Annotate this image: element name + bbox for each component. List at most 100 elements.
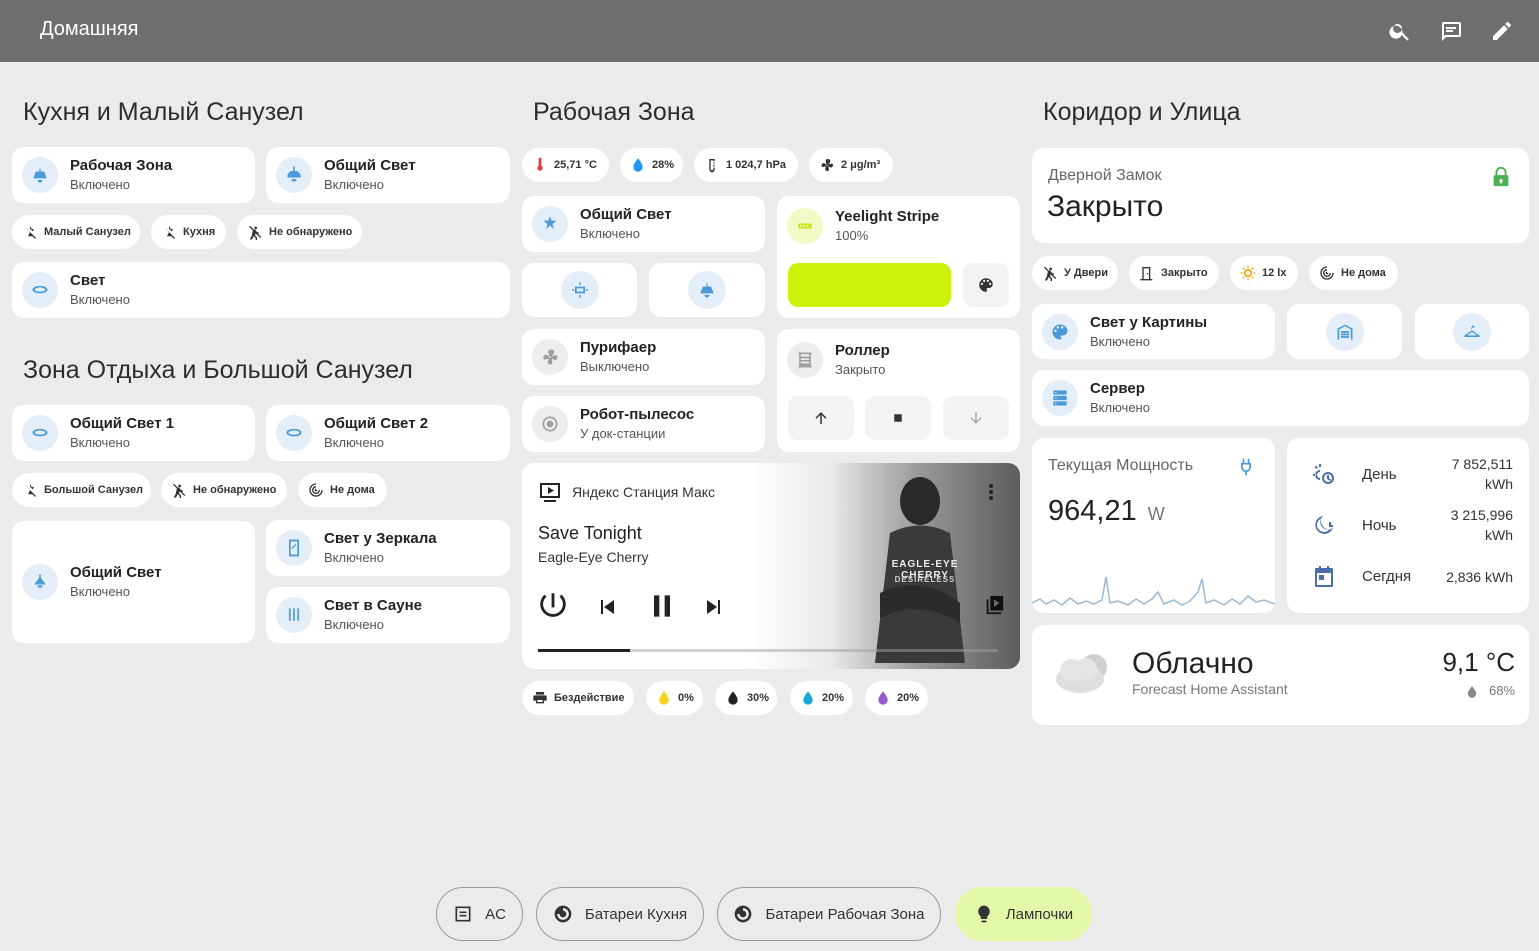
color-palette-button[interactable] xyxy=(963,263,1009,307)
ceiling-lamp-icon xyxy=(22,157,58,193)
lightbulb-icon xyxy=(978,905,990,923)
tile-state: Включено xyxy=(324,177,384,193)
current-power-card[interactable]: Текущая Мощность 964,21 W xyxy=(1032,438,1275,613)
tile-name: Сервер xyxy=(1090,380,1145,398)
tile-work-zone-light[interactable]: Рабочая Зона Включено xyxy=(12,147,255,203)
roller-stop-button[interactable] xyxy=(865,396,931,440)
chip-label: У Двери xyxy=(1064,267,1108,279)
chip-label: Закрыто xyxy=(1161,267,1208,279)
bottom-button-bulbs[interactable]: Лампочки xyxy=(955,887,1092,941)
energy-night-label: Ночь xyxy=(1362,517,1397,534)
power-button[interactable] xyxy=(536,589,570,623)
chip-big-bathroom[interactable]: Большой Санузел xyxy=(12,473,151,507)
chip-label: 30% xyxy=(747,692,770,704)
chip-printer-status[interactable]: Бездействие xyxy=(522,681,634,715)
weather-card[interactable]: Облачно Forecast Home Assistant 9,1 °C 6… xyxy=(1032,625,1529,725)
chip-label: Не дома xyxy=(1341,267,1386,279)
water-drop-magenta-icon xyxy=(878,691,888,705)
roller-open-button[interactable] xyxy=(788,396,854,440)
power-plug-icon xyxy=(1241,458,1251,476)
sun-icon xyxy=(1240,265,1256,281)
bottom-button-label: Батареи Кухня xyxy=(584,905,688,923)
pause-button[interactable] xyxy=(646,590,678,622)
hanger-button[interactable] xyxy=(1415,304,1529,359)
search-icon[interactable] xyxy=(1385,16,1415,46)
bottom-button-radiators-kitchen[interactable]: Батареи Кухня xyxy=(536,887,704,941)
tile-name: Свет в Сауне xyxy=(324,597,423,615)
chip-at-door[interactable]: У Двери xyxy=(1032,256,1118,290)
palette-icon xyxy=(1042,313,1078,350)
tile-robot-vacuum[interactable]: Робот-пылесос У док-станции xyxy=(522,396,765,452)
bottom-button-radiators-work-zone[interactable]: Батареи Рабочая Зона xyxy=(717,887,941,941)
tile-general-light-1[interactable]: Общий Свет 1 Включено xyxy=(12,405,255,461)
media-progress-track[interactable] xyxy=(538,649,998,652)
chip-motion-not-detected[interactable]: Не обнаружено xyxy=(161,473,287,507)
chip-ink-black[interactable]: 30% xyxy=(715,681,777,715)
tile-sauna-light[interactable]: Свет в Сауне Включено xyxy=(266,587,510,643)
media-source-button[interactable] xyxy=(983,594,1005,616)
tile-general-light[interactable]: Общий Свет Включено xyxy=(266,147,510,203)
skip-next-icon xyxy=(707,600,720,614)
tile-work-general-light[interactable]: Общий Свет Включено xyxy=(522,196,765,252)
weather-condition: Облачно xyxy=(1132,647,1254,680)
next-track-button[interactable] xyxy=(702,595,726,619)
bottom-button-ac[interactable]: AC xyxy=(436,887,523,941)
chip-motion-not-detected[interactable]: Не обнаружено xyxy=(237,215,362,249)
chip-kitchen[interactable]: Кухня xyxy=(151,215,226,249)
air-purifier-icon xyxy=(532,339,568,375)
tile-light[interactable]: Свет Включено xyxy=(12,262,510,318)
previous-track-button[interactable] xyxy=(595,595,619,619)
sun-clock-icon xyxy=(1313,464,1334,484)
ceiling-fan-light-icon xyxy=(532,206,568,242)
tile-purifier[interactable]: Пурифаер Выключено xyxy=(522,329,765,385)
chip-ink-cyan[interactable]: 20% xyxy=(790,681,853,715)
heat-waves-icon xyxy=(276,597,312,633)
roller-close-button[interactable] xyxy=(943,396,1009,440)
tile-state: Включено xyxy=(580,226,640,242)
more-vert-icon[interactable] xyxy=(983,480,999,504)
edit-pencil-icon[interactable] xyxy=(1487,16,1517,46)
chip-small-bathroom[interactable]: Малый Санузел xyxy=(12,215,140,249)
chip-not-home[interactable]: Не дома xyxy=(298,473,387,507)
scene-button-2[interactable] xyxy=(649,263,765,317)
tile-general-light-rest[interactable]: Общий Свет Включено xyxy=(12,521,255,643)
garage-button[interactable] xyxy=(1287,304,1402,359)
tile-picture-light[interactable]: Свет у Картины Включено xyxy=(1032,304,1275,359)
server-icon xyxy=(1042,380,1078,416)
water-drop-cyan-icon xyxy=(803,691,813,705)
motion-sensor-off-icon xyxy=(173,483,186,498)
tile-mirror-light[interactable]: Свет у Зеркала Включено xyxy=(266,520,510,576)
chip-door-closed[interactable]: Закрыто xyxy=(1129,256,1219,290)
weather-temperature: 9,1 °C xyxy=(1442,647,1515,677)
stop-icon xyxy=(894,414,902,422)
hanger-icon xyxy=(1453,312,1491,351)
gauge-icon xyxy=(709,159,715,173)
chip-ink-magenta[interactable]: 20% xyxy=(865,681,928,715)
water-drop-black-icon xyxy=(728,691,738,705)
scene-button-1[interactable] xyxy=(522,263,637,317)
motion-sensor-off-icon xyxy=(1044,266,1057,281)
chip-pressure[interactable]: 1 024,7 hPa xyxy=(694,148,798,182)
tile-state: Закрыто xyxy=(835,362,886,377)
chip-illuminance[interactable]: 12 lx xyxy=(1230,256,1298,290)
assist-chat-icon[interactable] xyxy=(1436,16,1466,46)
chip-temperature[interactable]: 25,71 °C xyxy=(522,148,609,182)
door-lock-card[interactable]: Дверной Замок Закрыто xyxy=(1032,148,1529,243)
energy-stats-card[interactable]: День 7 852,511 kWh Ночь 3 215,996 kWh Се… xyxy=(1287,438,1529,613)
led-strip-icon xyxy=(787,208,823,244)
chip-not-home[interactable]: Не дома xyxy=(1309,256,1398,290)
media-artist: Eagle-Eye Cherry xyxy=(538,549,649,565)
energy-day-label: День xyxy=(1362,466,1397,483)
chip-pm25[interactable]: 2 μg/m³ xyxy=(809,148,893,182)
energy-today-value: 2,836 kWh xyxy=(1446,569,1513,585)
tile-general-light-2[interactable]: Общий Свет 2 Включено xyxy=(266,405,510,461)
thermometer-icon xyxy=(537,157,543,171)
tile-server[interactable]: Сервер Включено xyxy=(1032,370,1529,426)
energy-night-unit: kWh xyxy=(1485,526,1513,543)
chip-ink-yellow[interactable]: 0% xyxy=(646,681,703,715)
brightness-slider[interactable] xyxy=(788,263,951,307)
chip-humidity[interactable]: 28% xyxy=(620,148,683,182)
arrow-up-icon xyxy=(815,412,827,424)
chip-label: 20% xyxy=(897,692,920,704)
section-title-kitchen: Кухня и Малый Санузел xyxy=(23,98,304,126)
